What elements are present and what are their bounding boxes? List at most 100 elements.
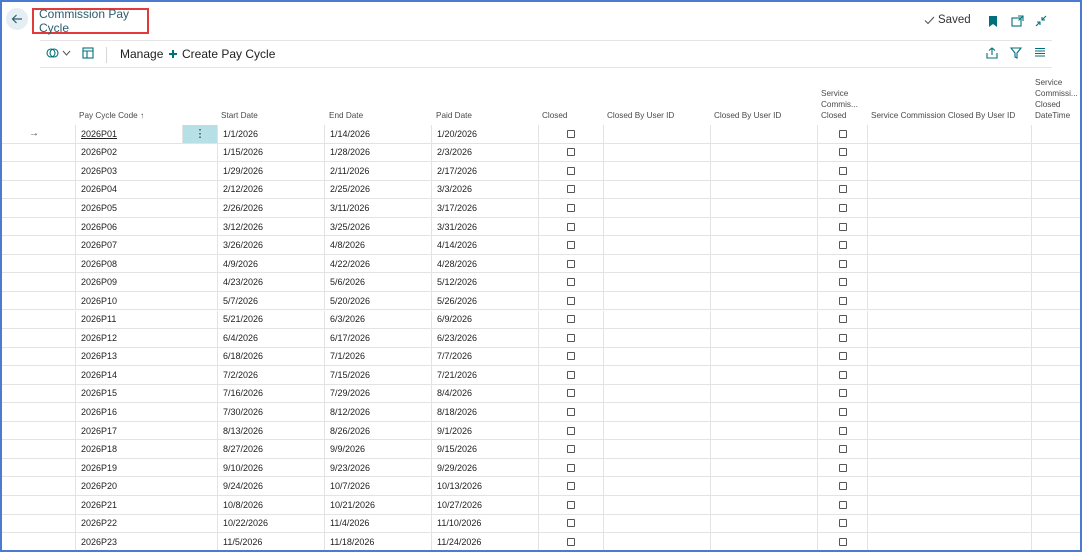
cell-end-date[interactable]: 1/14/2026 <box>324 125 431 143</box>
cell-pay-cycle-code[interactable]: 2026P18 <box>75 440 182 458</box>
cell-end-date[interactable]: 5/20/2026 <box>324 291 431 310</box>
cell-sccu[interactable] <box>867 236 1031 254</box>
row-actions-cell[interactable] <box>182 533 217 550</box>
closed-checkbox[interactable] <box>567 426 575 435</box>
cell-cbu2[interactable] <box>710 458 817 477</box>
cell-end-date[interactable]: 1/28/2026 <box>324 143 431 162</box>
cell-sccdt[interactable] <box>1031 366 1080 384</box>
cell-end-date[interactable]: 10/21/2026 <box>324 496 431 514</box>
cell-scc[interactable] <box>817 310 867 329</box>
closed-checkbox[interactable] <box>567 241 575 250</box>
row-actions-cell[interactable] <box>182 459 217 477</box>
cell-start-date[interactable]: 1/1/2026 <box>217 125 324 143</box>
cell-pay-cycle-code[interactable]: 2026P21 <box>75 496 182 514</box>
cell-sccdt[interactable] <box>1031 347 1080 366</box>
cell-cbu1[interactable] <box>603 514 710 533</box>
list-view-button[interactable] <box>1034 47 1046 58</box>
cell-start-date[interactable]: 8/13/2026 <box>217 421 324 440</box>
cell-paid-date[interactable]: 8/18/2026 <box>431 403 538 421</box>
service-commission-closed-checkbox[interactable] <box>838 352 847 361</box>
cell-sccu[interactable] <box>867 199 1031 217</box>
cell-cbu1[interactable] <box>603 217 710 236</box>
cell-paid-date[interactable]: 8/4/2026 <box>431 384 538 403</box>
cell-cbu1[interactable] <box>603 180 710 199</box>
cell-paid-date[interactable]: 5/26/2026 <box>431 291 538 310</box>
cell-end-date[interactable]: 3/11/2026 <box>324 199 431 217</box>
service-commission-closed-checkbox[interactable] <box>838 296 847 305</box>
closed-checkbox[interactable] <box>567 500 575 509</box>
cell-end-date[interactable]: 2/25/2026 <box>324 180 431 199</box>
cell-pay-cycle-code[interactable]: 2026P22 <box>75 514 182 533</box>
cell-scc[interactable] <box>817 347 867 366</box>
cell-cbu1[interactable] <box>603 162 710 180</box>
cell-start-date[interactable]: 2/12/2026 <box>217 180 324 199</box>
cell-sccdt[interactable] <box>1031 217 1080 236</box>
cell-sccu[interactable] <box>867 143 1031 162</box>
cell-cbu1[interactable] <box>603 236 710 254</box>
cell-end-date[interactable]: 9/9/2026 <box>324 440 431 458</box>
cell-cbu2[interactable] <box>710 384 817 403</box>
manage-menu[interactable]: Manage <box>120 47 163 61</box>
closed-checkbox[interactable] <box>567 129 575 138</box>
cell-cbu1[interactable] <box>603 199 710 217</box>
closed-checkbox[interactable] <box>567 148 575 157</box>
cell-closed[interactable] <box>538 329 603 347</box>
cell-paid-date[interactable]: 6/23/2026 <box>431 329 538 347</box>
cell-sccu[interactable] <box>867 254 1031 273</box>
cell-closed[interactable] <box>538 384 603 403</box>
cell-start-date[interactable]: 7/30/2026 <box>217 403 324 421</box>
cell-pay-cycle-code[interactable]: 2026P20 <box>75 477 182 495</box>
table-row[interactable]: → 2026P01 ⋮ 1/1/2026 1/14/2026 1/20/2026 <box>2 125 1080 144</box>
table-row[interactable]: 2026P18 8/27/2026 9/9/2026 9/15/2026 <box>2 440 1080 459</box>
row-actions-cell[interactable] <box>182 218 217 236</box>
cell-cbu2[interactable] <box>710 421 817 440</box>
pay-cycle-code[interactable]: 2026P01 <box>81 129 117 139</box>
cell-scc[interactable] <box>817 477 867 495</box>
more-options-icon[interactable]: ⋮ <box>195 127 206 140</box>
cell-cbu2[interactable] <box>710 533 817 550</box>
closed-checkbox[interactable] <box>567 352 575 361</box>
table-row[interactable]: 2026P20 9/24/2026 10/7/2026 10/13/2026 <box>2 477 1080 496</box>
pay-cycle-code[interactable]: 2026P20 <box>81 481 117 491</box>
service-commission-closed-checkbox[interactable] <box>838 222 847 231</box>
pay-cycle-code[interactable]: 2026P07 <box>81 240 117 250</box>
service-commission-closed-checkbox[interactable] <box>838 129 847 138</box>
col-header-start-date[interactable]: Start Date <box>221 110 258 121</box>
service-commission-closed-checkbox[interactable] <box>838 408 847 417</box>
cell-cbu2[interactable] <box>710 125 817 143</box>
cell-sccdt[interactable] <box>1031 440 1080 458</box>
cell-pay-cycle-code[interactable]: 2026P07 <box>75 236 182 254</box>
cell-sccu[interactable] <box>867 421 1031 440</box>
table-row[interactable]: 2026P11 5/21/2026 6/3/2026 6/9/2026 <box>2 310 1080 330</box>
service-commission-closed-checkbox[interactable] <box>838 389 847 398</box>
cell-cbu2[interactable] <box>710 477 817 495</box>
cell-closed[interactable] <box>538 347 603 366</box>
cell-sccdt[interactable] <box>1031 496 1080 514</box>
pay-cycle-code[interactable]: 2026P21 <box>81 500 117 510</box>
cell-cbu2[interactable] <box>710 162 817 180</box>
cell-start-date[interactable]: 3/12/2026 <box>217 217 324 236</box>
cell-scc[interactable] <box>817 291 867 310</box>
service-commission-closed-checkbox[interactable] <box>838 315 847 324</box>
table-row[interactable]: 2026P17 8/13/2026 8/26/2026 9/1/2026 <box>2 421 1080 441</box>
pay-cycle-code[interactable]: 2026P04 <box>81 184 117 194</box>
cell-pay-cycle-code[interactable]: 2026P16 <box>75 403 182 421</box>
table-row[interactable]: 2026P09 4/23/2026 5/6/2026 5/12/2026 <box>2 273 1080 292</box>
cell-cbu2[interactable] <box>710 347 817 366</box>
cell-start-date[interactable]: 8/27/2026 <box>217 440 324 458</box>
cell-sccdt[interactable] <box>1031 273 1080 291</box>
row-actions-cell[interactable] <box>182 496 217 514</box>
cell-sccdt[interactable] <box>1031 162 1080 180</box>
cell-cbu2[interactable] <box>710 403 817 421</box>
cell-sccdt[interactable] <box>1031 125 1080 143</box>
cell-pay-cycle-code[interactable]: 2026P19 <box>75 458 182 477</box>
cell-paid-date[interactable]: 10/27/2026 <box>431 496 538 514</box>
cell-sccdt[interactable] <box>1031 384 1080 403</box>
cell-scc[interactable] <box>817 254 867 273</box>
cell-sccdt[interactable] <box>1031 533 1080 550</box>
cell-closed[interactable] <box>538 254 603 273</box>
cell-sccu[interactable] <box>867 291 1031 310</box>
cell-scc[interactable] <box>817 403 867 421</box>
closed-checkbox[interactable] <box>567 222 575 231</box>
cell-pay-cycle-code[interactable]: 2026P15 <box>75 384 182 403</box>
